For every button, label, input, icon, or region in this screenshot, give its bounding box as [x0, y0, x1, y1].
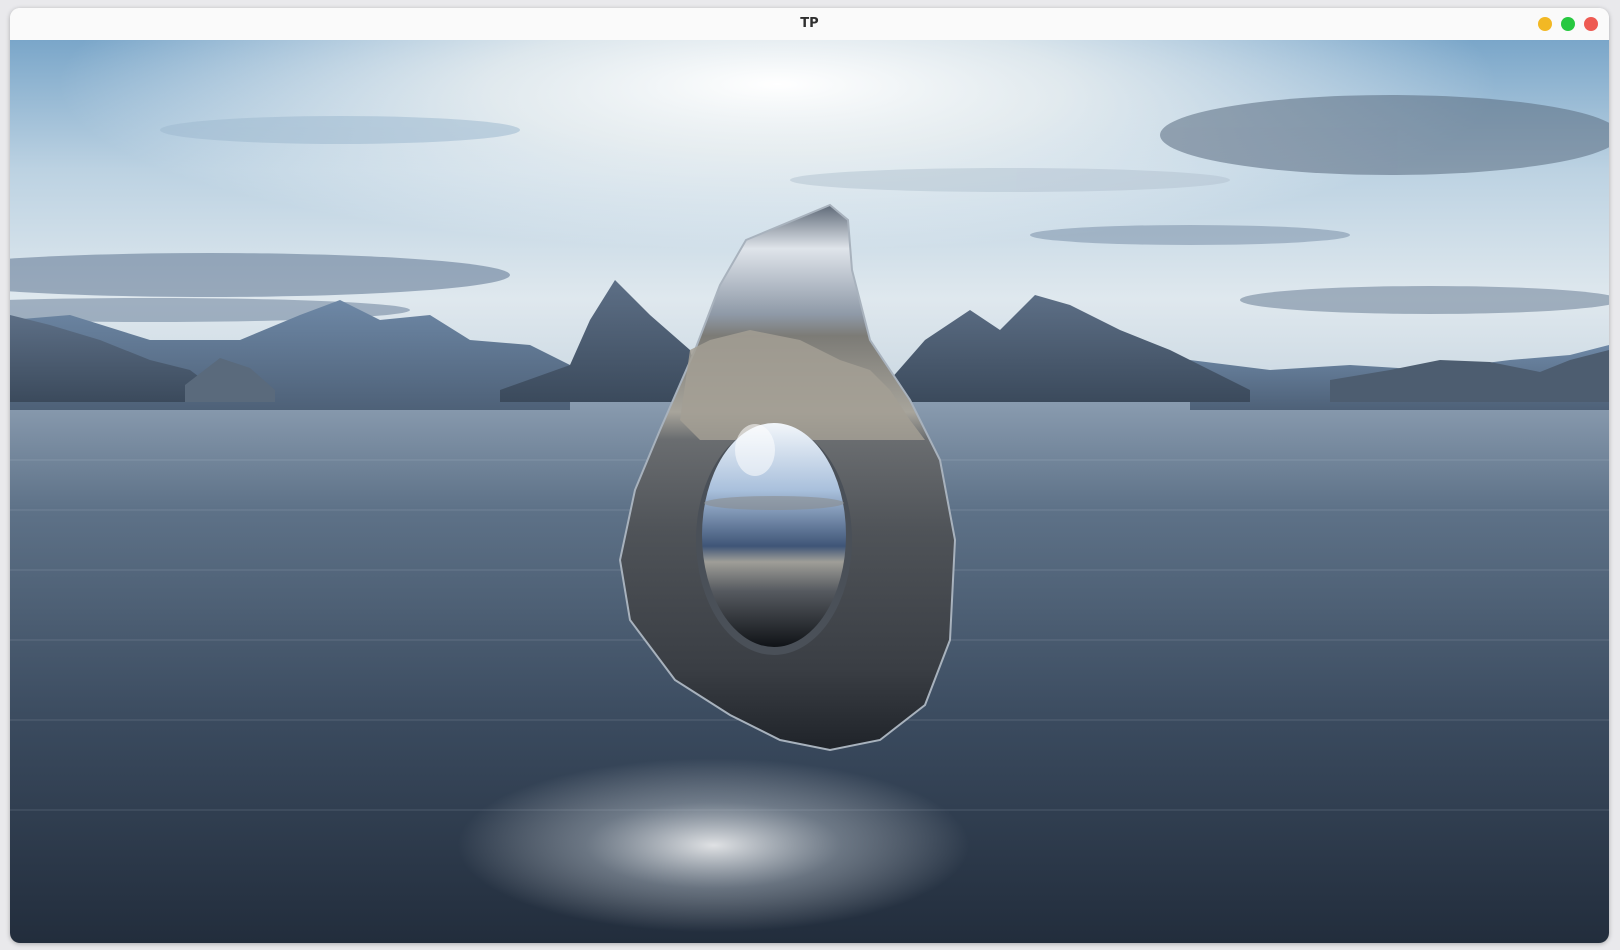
- minimize-button[interactable]: [1538, 17, 1552, 31]
- app-window: TP: [10, 8, 1609, 943]
- window-title: TP: [800, 16, 819, 31]
- render-viewport[interactable]: [10, 40, 1609, 943]
- scene-canvas[interactable]: [10, 40, 1609, 943]
- egg-highlight: [735, 424, 775, 476]
- close-button[interactable]: [1584, 17, 1598, 31]
- egg-horizon: [704, 496, 844, 510]
- maximize-button[interactable]: [1561, 17, 1575, 31]
- title-bar[interactable]: TP: [10, 8, 1609, 41]
- window-controls: [1538, 17, 1598, 31]
